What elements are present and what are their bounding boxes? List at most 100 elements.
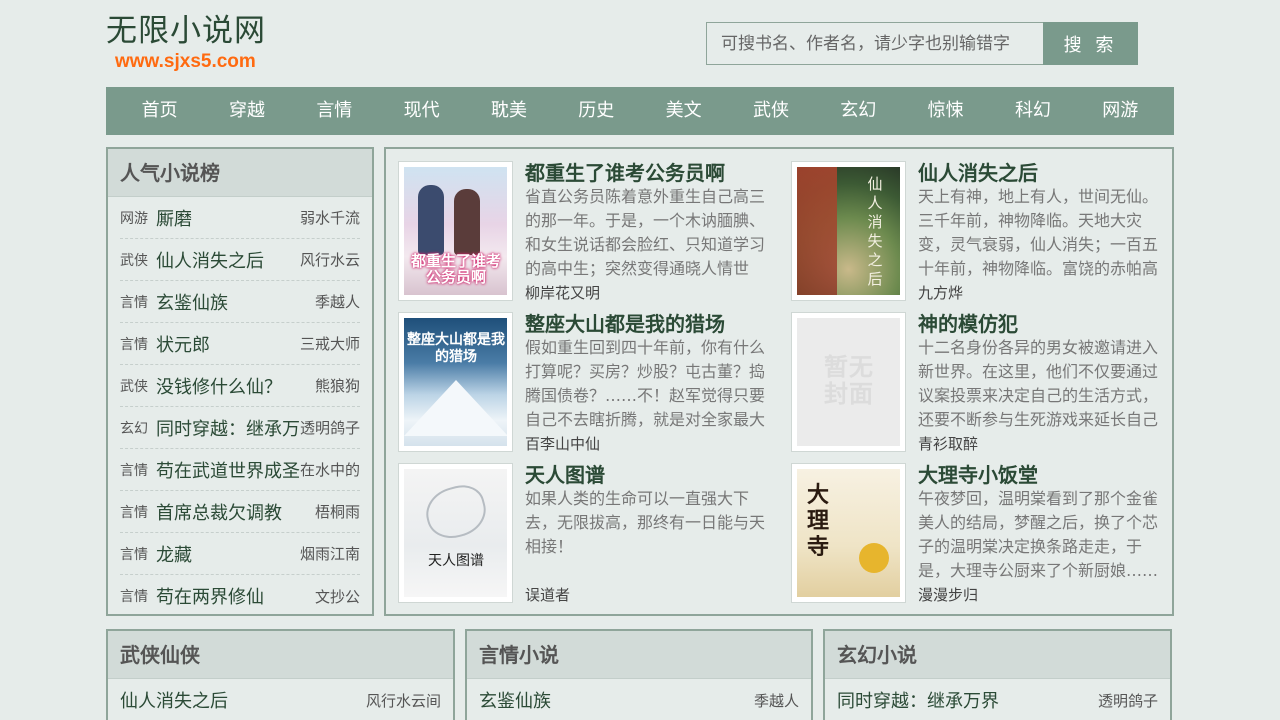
cover-image: 大理寺 xyxy=(797,469,900,597)
rank-category[interactable]: 言情 xyxy=(120,292,156,312)
rank-author[interactable]: 风行水云 xyxy=(300,249,360,270)
nav-chuanyue[interactable]: 穿越 xyxy=(221,87,273,135)
rank-author[interactable]: 弱水千流 xyxy=(300,207,360,228)
rank-author[interactable]: 烟雨江南 xyxy=(300,543,360,564)
category-book-author[interactable]: 透明鸽子 xyxy=(1098,690,1158,711)
cover-title: 整座大山都是我的猎场 xyxy=(407,332,505,365)
site-title[interactable]: 无限小说网 xyxy=(106,12,266,50)
book-description: 十二名身份各异的男女被邀请进入新世界。在这里，他们不仅要通过议案投票来决定自己的… xyxy=(918,338,1159,429)
rank-author[interactable]: 文抄公 xyxy=(315,586,360,607)
rank-book-title[interactable]: 状元郎 xyxy=(156,331,300,357)
cover-image: 仙人消失之后 xyxy=(797,167,900,295)
list-item: 武侠 仙人消失之后 风行水云 xyxy=(120,239,360,281)
list-item: 武侠 没钱修什么仙？ 熊狼狗 xyxy=(120,365,360,407)
rank-book-title[interactable]: 没钱修什么仙？ xyxy=(156,373,300,399)
category-book-title[interactable]: 玄鉴仙族 xyxy=(479,687,551,713)
ranking-title: 人气小说榜 xyxy=(108,149,372,197)
search-input[interactable] xyxy=(706,22,1043,65)
search-button[interactable]: 搜 索 xyxy=(1043,22,1138,65)
ranking-list: 网游 厮磨 弱水千流 武侠 仙人消失之后 风行水云 言情 玄鉴仙族 季越人 言情… xyxy=(108,197,372,617)
rank-category[interactable]: 言情 xyxy=(120,502,156,522)
book-title[interactable]: 神的模仿犯 xyxy=(918,308,1018,337)
list-item: 言情 苟在两界修仙 文抄公 xyxy=(120,575,360,617)
book-cover[interactable]: 大理寺 xyxy=(791,463,906,603)
book-cover[interactable]: 暂无封面 xyxy=(791,312,906,452)
category-title: 玄幻小说 xyxy=(825,631,1170,679)
book-title[interactable]: 仙人消失之后 xyxy=(918,157,1038,186)
rank-category[interactable]: 言情 xyxy=(120,334,156,354)
book-description: 假如重生回到四十年前，你有什么打算呢？买房？炒股？屯古董？捣腾国债卷？……不！赵… xyxy=(525,338,766,429)
featured-book: 天人图谱 天人图谱 如果人类的生命可以一直强大下去，无限拔高，那终有一日能与天相… xyxy=(386,451,766,604)
cover-title: 大理寺 xyxy=(806,483,829,560)
nav-jingsong[interactable]: 惊悚 xyxy=(920,87,972,135)
cover-image: 暂无封面 xyxy=(797,318,900,446)
featured-book: 都重生了谁考公务员啊 都重生了谁考公务员啊 省直公务员陈着意外重生自己高三的那一… xyxy=(386,149,766,302)
book-title[interactable]: 天人图谱 xyxy=(525,459,605,488)
category-panel-yanqing: 言情小说 玄鉴仙族 季越人 xyxy=(465,629,813,720)
list-item: 言情 首席总裁欠调教 梧桐雨 xyxy=(120,491,360,533)
book-cover[interactable]: 整座大山都是我的猎场 xyxy=(398,312,513,452)
category-book-author[interactable]: 季越人 xyxy=(754,690,799,711)
book-title[interactable]: 都重生了谁考公务员啊 xyxy=(525,157,725,186)
book-cover[interactable]: 都重生了谁考公务员啊 xyxy=(398,161,513,301)
nav-kehuan[interactable]: 科幻 xyxy=(1007,87,1059,135)
nav-wangyou[interactable]: 网游 xyxy=(1094,87,1146,135)
list-item: 仙人消失之后 风行水云间 xyxy=(108,679,453,720)
nav-home[interactable]: 首页 xyxy=(134,87,186,135)
nav-wuxia[interactable]: 武侠 xyxy=(745,87,797,135)
list-item: 言情 苟在武道世界成圣 在水中的 xyxy=(120,449,360,491)
rank-book-title[interactable]: 龙藏 xyxy=(156,541,300,567)
book-description: 如果人类的生命可以一直强大下去，无限拔高，那终有一日能与天相接！ xyxy=(525,489,766,556)
category-title: 武侠仙侠 xyxy=(108,631,453,679)
nav-danmei[interactable]: 耽美 xyxy=(483,87,535,135)
featured-panel: 都重生了谁考公务员啊 都重生了谁考公务员啊 省直公务员陈着意外重生自己高三的那一… xyxy=(384,147,1174,616)
book-author[interactable]: 误道者 xyxy=(525,584,570,605)
nav-xuanhuan[interactable]: 玄幻 xyxy=(832,87,884,135)
category-book-title[interactable]: 仙人消失之后 xyxy=(120,687,228,713)
rank-author[interactable]: 在水中的 xyxy=(300,459,360,480)
rank-category[interactable]: 玄幻 xyxy=(120,418,156,438)
rank-category[interactable]: 言情 xyxy=(120,586,156,606)
ranking-panel: 人气小说榜 网游 厮磨 弱水千流 武侠 仙人消失之后 风行水云 言情 玄鉴仙族 … xyxy=(106,147,374,616)
book-description: 午夜梦回，温明棠看到了那个金雀美人的结局，梦醒之后，换了个芯子的温明棠决定换条路… xyxy=(918,489,1159,580)
rank-book-title[interactable]: 苟在两界修仙 xyxy=(156,583,300,609)
nav-lishi[interactable]: 历史 xyxy=(570,87,622,135)
rank-author[interactable]: 三戒大师 xyxy=(300,333,360,354)
featured-book: 暂无封面 神的模仿犯 十二名身份各异的男女被邀请进入新世界。在这里，他们不仅要通… xyxy=(779,300,1159,453)
cover-image: 都重生了谁考公务员啊 xyxy=(404,167,507,295)
rank-book-title[interactable]: 厮磨 xyxy=(156,205,300,231)
list-item: 网游 厮磨 弱水千流 xyxy=(120,197,360,239)
rank-category[interactable]: 言情 xyxy=(120,544,156,564)
nav-xiandai[interactable]: 现代 xyxy=(396,87,448,135)
site-logo[interactable]: 无限小说网 www.sjxs5.com xyxy=(106,12,266,74)
list-item: 同时穿越：继承万界 透明鸽子 xyxy=(825,679,1170,720)
rank-author[interactable]: 透明鸽子 xyxy=(300,417,360,438)
rank-author[interactable]: 熊狼狗 xyxy=(315,375,360,396)
rank-category[interactable]: 武侠 xyxy=(120,250,156,270)
rank-category[interactable]: 网游 xyxy=(120,208,156,228)
book-author[interactable]: 漫漫步归 xyxy=(918,584,978,605)
category-book-author[interactable]: 风行水云间 xyxy=(366,690,441,711)
rank-book-title[interactable]: 同时穿越：继承万 xyxy=(156,415,300,441)
cover-image: 整座大山都是我的猎场 xyxy=(404,318,507,446)
site-url[interactable]: www.sjxs5.com xyxy=(115,50,266,74)
rank-category[interactable]: 言情 xyxy=(120,460,156,480)
rank-book-title[interactable]: 仙人消失之后 xyxy=(156,247,300,273)
cover-title: 天人图谱 xyxy=(428,553,484,569)
rank-book-title[interactable]: 首席总裁欠调教 xyxy=(156,499,300,525)
category-book-title[interactable]: 同时穿越：继承万界 xyxy=(837,687,999,713)
rank-book-title[interactable]: 玄鉴仙族 xyxy=(156,289,300,315)
rank-author[interactable]: 梧桐雨 xyxy=(315,501,360,522)
cover-title: 都重生了谁考公务员啊 xyxy=(410,252,501,286)
book-cover[interactable]: 仙人消失之后 xyxy=(791,161,906,301)
book-cover[interactable]: 天人图谱 xyxy=(398,463,513,603)
list-item: 言情 状元郎 三戒大师 xyxy=(120,323,360,365)
book-title[interactable]: 整座大山都是我的猎场 xyxy=(525,308,725,337)
nav-yanqing[interactable]: 言情 xyxy=(308,87,360,135)
rank-category[interactable]: 武侠 xyxy=(120,376,156,396)
rank-author[interactable]: 季越人 xyxy=(315,291,360,312)
rank-book-title[interactable]: 苟在武道世界成圣 xyxy=(156,457,300,483)
search-bar: 搜 索 xyxy=(706,22,1138,65)
book-title[interactable]: 大理寺小饭堂 xyxy=(918,459,1038,488)
nav-meiwen[interactable]: 美文 xyxy=(658,87,710,135)
